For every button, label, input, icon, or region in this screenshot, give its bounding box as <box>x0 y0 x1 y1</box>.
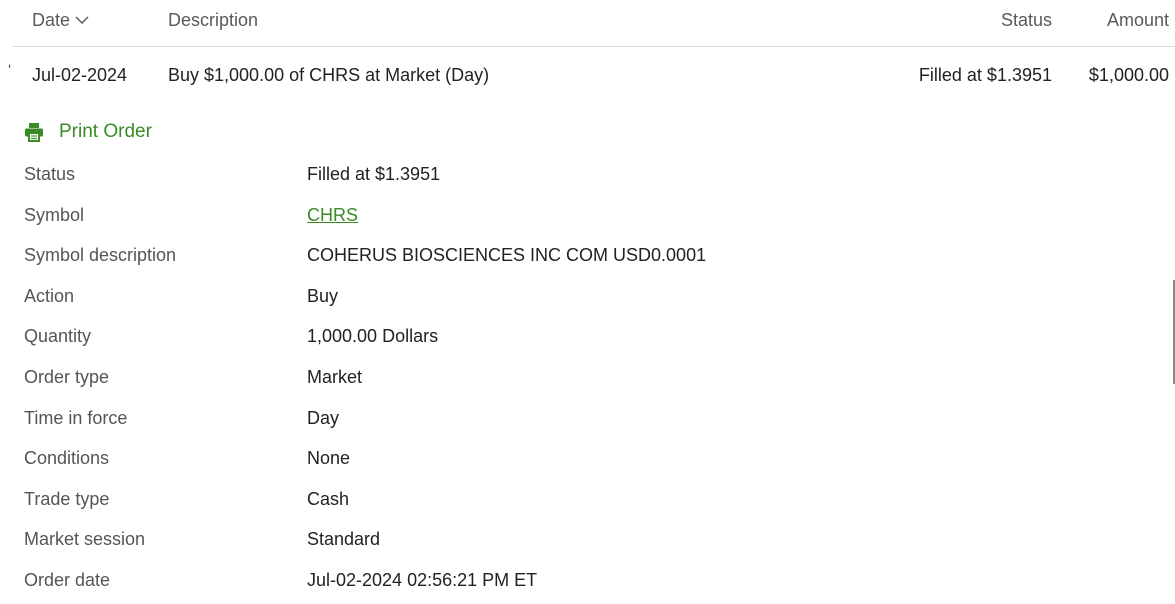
detail-label: Time in force <box>24 407 128 428</box>
print-order-button[interactable]: Print Order <box>24 120 152 144</box>
detail-label: Status <box>24 164 76 184</box>
detail-value: Cash <box>307 488 350 509</box>
detail-value: 1,000.00 Dollars <box>307 326 439 347</box>
detail-label: Symbol <box>24 204 85 225</box>
amount-column-header: Amount <box>1106 10 1169 30</box>
chevron-down-icon <box>75 8 89 30</box>
detail-row-symbol: Symbol CHRS <box>24 195 1124 236</box>
detail-row-quantity: Quantity 1,000.00 Dollars <box>24 316 1124 357</box>
detail-value: Standard <box>307 529 381 550</box>
detail-row-conditions: Conditions None <box>24 438 1124 479</box>
detail-row-order-type: Order type Market <box>24 357 1124 398</box>
order-row[interactable]: ‘ Jul-02-2024 Buy $1,000.00 of CHRS at M… <box>0 47 1175 103</box>
expand-marker-icon: ‘ <box>8 61 12 77</box>
detail-row-market-session: Market session Standard <box>24 519 1124 560</box>
detail-label: Market session <box>24 529 146 550</box>
detail-label: Action <box>24 285 75 306</box>
detail-label: Symbol description <box>24 245 177 266</box>
order-details: Status Filled at $1.3951 Symbol CHRS Sym… <box>24 154 1124 601</box>
status-column-header: Status <box>1000 10 1052 30</box>
order-date: Jul-02-2024 <box>32 65 128 85</box>
detail-value: Jul-02-2024 02:56:21 PM ET <box>307 569 538 590</box>
detail-row-time-in-force: Time in force Day <box>24 398 1124 439</box>
detail-row-order-date: Order date Jul-02-2024 02:56:21 PM ET <box>24 560 1124 601</box>
detail-value: Day <box>307 407 340 428</box>
order-amount: $1,000.00 <box>1088 65 1169 85</box>
detail-row-action: Action Buy <box>24 276 1124 317</box>
date-column-header[interactable]: Date <box>32 9 89 32</box>
detail-label: Conditions <box>24 448 110 469</box>
detail-row-trade-type: Trade type Cash <box>24 479 1124 520</box>
orders-table-header: Date Description Status Amount <box>12 0 1175 47</box>
detail-value: Filled at $1.3951 <box>307 164 441 184</box>
description-column-header: Description <box>168 10 259 30</box>
detail-value: Buy <box>307 285 339 306</box>
detail-value: Market <box>307 366 363 387</box>
detail-value: None <box>307 448 351 469</box>
detail-label: Order type <box>24 366 110 387</box>
order-status: Filled at $1.3951 <box>918 65 1052 85</box>
printer-icon <box>24 122 44 142</box>
symbol-link[interactable]: CHRS <box>307 204 358 226</box>
detail-value: COHERUS BIOSCIENCES INC COM USD0.0001 <box>307 245 707 266</box>
detail-label: Order date <box>24 569 111 590</box>
order-description: Buy $1,000.00 of CHRS at Market (Day) <box>168 65 490 85</box>
print-order-label: Print Order <box>59 121 152 142</box>
detail-label: Quantity <box>24 326 92 347</box>
detail-row-symbol-description: Symbol description COHERUS BIOSCIENCES I… <box>24 235 1124 276</box>
date-column-label: Date <box>32 10 71 30</box>
detail-row-status: Status Filled at $1.3951 <box>24 154 1124 195</box>
detail-label: Trade type <box>24 488 110 509</box>
